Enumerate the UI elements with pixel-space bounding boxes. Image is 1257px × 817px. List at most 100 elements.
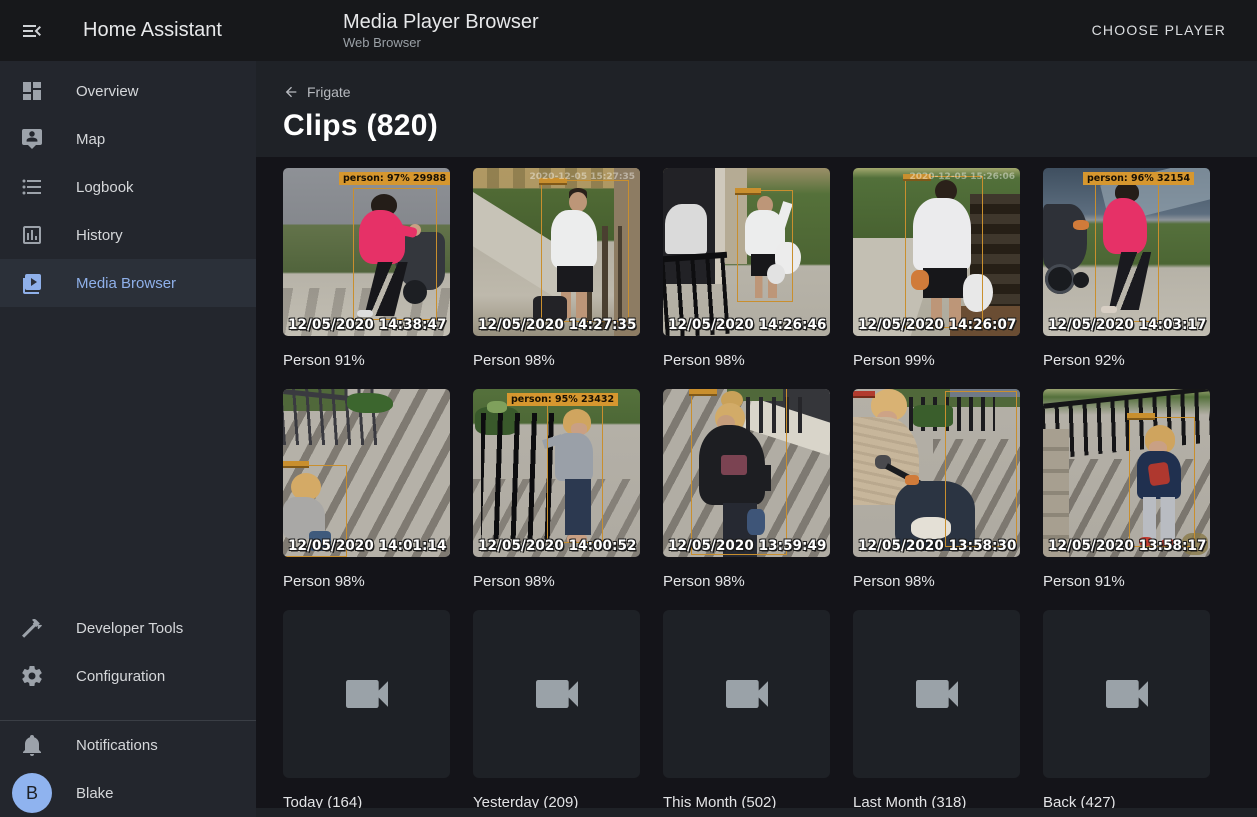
video-camera-icon [339,666,395,722]
clip-timestamp: 12/05/2020 13:58:30 [858,538,1016,554]
clips-grid-panel: person: 97% 29988 12/05/2020 14:38:47 Pe… [256,157,1257,808]
clip-timestamp: 12/05/2020 13:58:17 [1048,538,1206,554]
folder-card[interactable]: Back (427) [1043,610,1210,808]
detection-badge-small [283,461,309,468]
camera-osd-overlay: 2020-12-05 15:26:06 [910,172,1015,182]
clip-timestamp: 12/05/2020 14:38:47 [288,317,446,333]
bounding-box [541,180,629,322]
media-browser-content: Frigate Clips (820) person: 97% 299 [256,61,1257,817]
detection-badge-small [735,188,761,195]
clip-card[interactable]: person: 95% 23432 12/05/2020 14:00:52 Pe… [473,389,640,591]
avatar: B [12,773,52,813]
bounding-box [353,188,437,320]
clip-card[interactable]: 12/05/2020 13:58:17 Person 91% [1043,389,1210,591]
bounding-box [1095,174,1159,322]
clip-card[interactable]: person: 97% 29988 12/05/2020 14:38:47 Pe… [283,168,450,370]
dashboard-icon [20,79,44,103]
bounding-box [945,391,1017,547]
clip-card[interactable]: 12/05/2020 13:58:30 Person 98% [853,389,1020,591]
folder-caption: Today (164) [283,794,450,808]
camera-osd-overlay: 2020-12-05 15:27:35 [530,172,635,182]
video-camera-icon [719,666,775,722]
sidebar-item-overview[interactable]: Overview [0,67,256,115]
clip-card[interactable]: 12/05/2020 13:59:49 Person 98% [663,389,830,591]
detection-badge: person: 96% 32154 [1083,172,1194,185]
sidebar-item-media-browser[interactable]: Media Browser [0,259,256,307]
breadcrumb-label: Frigate [307,84,351,100]
clip-card[interactable]: 12/05/2020 14:26:46 Person 98% [663,168,830,370]
sidebar-item-map[interactable]: Map [0,115,256,163]
sidebar-item-label: Notifications [76,737,158,754]
clip-timestamp: 12/05/2020 14:00:52 [478,538,636,554]
bounding-box [691,389,787,555]
sidebar-item-user-profile[interactable]: B Blake [0,769,256,817]
clip-thumbnail: 2020-12-05 15:26:06 12/05/2020 14:26:07 [853,168,1020,336]
clip-thumbnail: 12/05/2020 14:01:14 [283,389,450,557]
clip-timestamp: 12/05/2020 14:26:07 [858,317,1016,333]
folder-caption: This Month (502) [663,794,830,808]
clip-card[interactable]: 2020-12-05 15:27:35 12/05/2020 14:27:35 … [473,168,640,370]
bounding-box [905,176,983,328]
sidebar-item-label: Developer Tools [76,620,183,637]
folder-caption: Back (427) [1043,794,1210,808]
clip-card[interactable]: 12/05/2020 14:01:14 Person 98% [283,389,450,591]
clip-thumbnail: 12/05/2020 13:58:30 [853,389,1020,557]
folder-card[interactable]: Today (164) [283,610,450,808]
video-camera-icon [529,666,585,722]
sidebar-spacer [0,307,256,604]
hammer-icon [20,616,44,640]
page-header-subtitle: Web Browser [343,36,539,51]
sidebar-item-label: Overview [76,83,139,100]
bounding-box [547,405,603,543]
sidebar-item-configuration[interactable]: Configuration [0,652,256,700]
clip-caption: Person 91% [283,352,450,370]
folder-thumbnail [1043,610,1210,778]
play-box-multiple-icon [20,271,44,295]
arrow-left-icon [283,84,299,100]
chart-box-icon [20,223,44,247]
sidebar-item-label: Map [76,131,105,148]
sidebar-item-logbook[interactable]: Logbook [0,163,256,211]
clip-thumbnail: person: 96% 32154 12/05/2020 14:03:17 [1043,168,1210,336]
list-icon [20,175,44,199]
folder-card[interactable]: Last Month (318) [853,610,1020,808]
folder-thumbnail [473,610,640,778]
clip-card[interactable]: 2020-12-05 15:26:06 12/05/2020 14:26:07 … [853,168,1020,370]
choose-player-button[interactable]: CHOOSE PLAYER [1086,21,1232,39]
video-camera-icon [1099,666,1155,722]
clip-timestamp: 12/05/2020 13:59:49 [668,538,826,554]
sidebar-item-label: Configuration [76,668,165,685]
folder-card[interactable]: Yesterday (209) [473,610,640,808]
clip-caption: Person 98% [473,573,640,591]
clip-timestamp: 12/05/2020 14:01:14 [288,538,446,554]
sidebar-item-label: Media Browser [76,275,176,292]
bell-icon [20,733,44,757]
sidebar-toggle-menu-icon[interactable] [20,19,44,43]
clip-caption: Person 98% [663,573,830,591]
detection-badge: person: 97% 29988 [339,172,450,185]
clip-timestamp: 12/05/2020 14:03:17 [1048,317,1206,333]
clip-thumbnail: person: 95% 23432 12/05/2020 14:00:52 [473,389,640,557]
sidebar-item-label: Logbook [76,179,134,196]
sidebar-item-notifications[interactable]: Notifications [0,721,256,769]
app-title: Home Assistant [83,19,222,42]
folder-caption: Yesterday (209) [473,794,640,808]
folder-thumbnail [853,610,1020,778]
sidebar-item-history[interactable]: History [0,211,256,259]
clip-caption: Person 98% [473,352,640,370]
breadcrumb[interactable]: Frigate [283,84,351,100]
folder-card[interactable]: This Month (502) [663,610,830,808]
video-camera-icon [909,666,965,722]
bounding-box [737,190,793,302]
clip-card[interactable]: person: 96% 32154 12/05/2020 14:03:17 Pe… [1043,168,1210,370]
clip-caption: Person 92% [1043,352,1210,370]
folder-thumbnail [663,610,830,778]
clip-caption: Person 98% [663,352,830,370]
clip-caption: Person 91% [1043,573,1210,591]
sidebar-item-developer-tools[interactable]: Developer Tools [0,604,256,652]
clip-caption: Person 98% [853,573,1020,591]
detection-badge-small [853,391,875,398]
top-app-bar: Home Assistant Media Player Browser Web … [0,0,1257,61]
detection-badge: person: 95% 23432 [507,393,618,406]
clip-timestamp: 12/05/2020 14:26:46 [668,317,826,333]
